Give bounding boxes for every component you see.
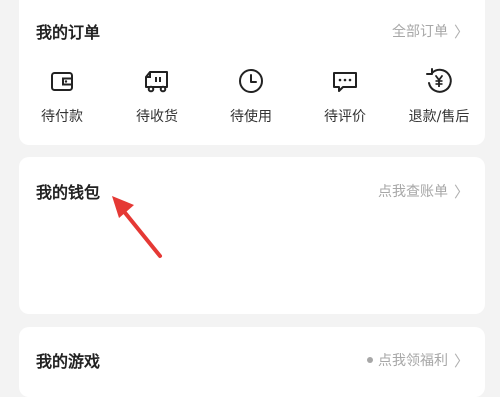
- claim-benefits-link[interactable]: 点我领福利 〉: [366, 350, 469, 371]
- orders-card: 我的订单 全部订单 〉 待付款 待收货 待使用 待评价 退款/售后: [19, 0, 485, 145]
- orders-title: 我的订单: [36, 23, 101, 42]
- chevron-right-icon: 〉: [453, 182, 469, 201]
- view-bill-label: 点我查账单: [377, 184, 448, 200]
- order-refund-label: 退款/售后: [408, 109, 470, 125]
- orders-header: 我的订单 全部订单 〉: [36, 19, 469, 43]
- games-card: 我的游戏 点我领福利 〉: [19, 327, 485, 397]
- comment-icon: [333, 72, 357, 92]
- games-header: 我的游戏 点我领福利 〉: [36, 348, 469, 372]
- wallet-card[interactable]: 我的钱包 点我查账单 〉: [19, 157, 485, 314]
- order-pending-review-label: 待评价: [324, 109, 366, 125]
- all-orders-label: 全部订单: [391, 24, 448, 40]
- order-pending-use[interactable]: 待使用: [206, 65, 296, 126]
- chevron-right-icon: 〉: [453, 22, 469, 41]
- refund-yen-icon: [426, 68, 452, 93]
- claim-benefits-label: 点我领福利: [377, 353, 448, 369]
- order-pending-receipt-label: 待收货: [136, 109, 178, 125]
- wallet-title: 我的钱包: [36, 183, 101, 202]
- truck-icon: [145, 71, 168, 93]
- games-title: 我的游戏: [36, 352, 101, 371]
- order-pending-receipt[interactable]: 待收货: [112, 65, 202, 126]
- order-pending-payment[interactable]: 待付款: [17, 65, 107, 126]
- clock-icon: [239, 69, 263, 93]
- all-orders-link[interactable]: 全部订单 〉: [392, 21, 469, 42]
- order-pending-review[interactable]: 待评价: [300, 65, 390, 126]
- order-pending-use-label: 待使用: [230, 109, 272, 125]
- view-bill-link[interactable]: 点我查账单 〉: [378, 181, 469, 202]
- order-pending-payment-label: 待付款: [41, 109, 83, 125]
- order-status-row: 待付款 待收货 待使用 待评价 退款/售后: [19, 65, 485, 129]
- chevron-right-icon: 〉: [453, 351, 469, 370]
- notification-dot-icon: [366, 357, 373, 363]
- annotation-arrow-icon: [112, 196, 162, 258]
- wallet-icon: [51, 72, 73, 91]
- order-refund[interactable]: 退款/售后: [394, 65, 484, 126]
